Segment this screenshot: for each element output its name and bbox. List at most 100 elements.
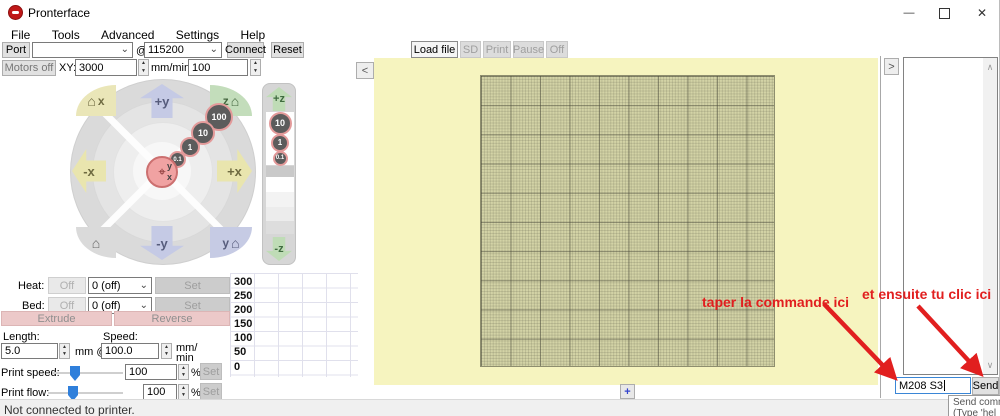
print-button[interactable]: Print — [483, 41, 511, 58]
z-step-10-badge[interactable]: 10 — [268, 111, 292, 135]
jog-center-hub[interactable]: ⌖ y x — [146, 156, 178, 188]
print-speed-stepper[interactable]: ▲ ▼ — [178, 364, 189, 380]
motors-off-button[interactable]: Motors off — [2, 60, 56, 76]
z-step-01-badge[interactable]: 0.1 — [272, 150, 288, 166]
temp-axis-250: 250 — [234, 290, 253, 302]
spin-down-icon[interactable]: ▼ — [60, 351, 69, 358]
heat-set-button[interactable]: Set — [155, 277, 230, 294]
z-step-1-badge[interactable]: 1 — [271, 133, 289, 152]
off-button[interactable]: Off — [546, 41, 568, 58]
connect-button[interactable]: Connect — [225, 42, 266, 58]
temperature-graph: 300 250 200 150 100 50 0 — [230, 273, 358, 377]
tooltip-line-1: Send comm — [953, 397, 1000, 408]
bed-preset-value: 0 (off) — [92, 299, 121, 312]
reverse-button[interactable]: Reverse — [114, 311, 230, 326]
log-panel[interactable]: ∧ ∨ — [903, 57, 998, 375]
chevron-down-icon: ⌄ — [139, 279, 148, 291]
port-button[interactable]: Port — [2, 42, 30, 58]
log-scrollbar[interactable]: ∧ ∨ — [983, 58, 997, 374]
xy-feed-stepper[interactable]: ▲ ▼ — [138, 59, 149, 76]
extrude-button[interactable]: Extrude — [1, 311, 112, 326]
z-feed-input[interactable]: 100 — [188, 59, 248, 76]
window-title: Pronterface — [28, 6, 91, 20]
home-x-button[interactable]: ⌂ x — [76, 85, 116, 116]
jog-z-minus-button[interactable]: -z — [266, 237, 292, 261]
jog-x-minus-label: -x — [83, 163, 95, 179]
port-combobox[interactable]: ⌄ — [32, 42, 133, 58]
home-icon: ⌂ — [91, 234, 101, 251]
spin-up-icon[interactable]: ▲ — [162, 344, 171, 351]
extrude-speed-input[interactable]: 100.0 — [101, 343, 159, 359]
reset-button[interactable]: Reset — [271, 42, 304, 58]
chevron-down-icon: ⌄ — [120, 44, 129, 55]
scroll-down-icon[interactable]: ∨ — [983, 358, 997, 372]
extrude-speed-value: 100.0 — [105, 345, 133, 357]
home-y-button[interactable]: y ⌂ — [210, 227, 252, 258]
annotation-note-1: taper la commande ici — [702, 294, 850, 310]
extrude-speed-stepper[interactable]: ▲ ▼ — [161, 343, 172, 359]
length-stepper[interactable]: ▲ ▼ — [59, 343, 70, 359]
scroll-up-icon[interactable]: ∧ — [983, 60, 997, 74]
unit-min-label: min — [176, 352, 194, 364]
close-button[interactable]: ✕ — [967, 0, 997, 26]
z-scale-stripe[interactable] — [266, 166, 294, 177]
z-scale-stripe[interactable] — [266, 177, 294, 192]
xy-feed-input[interactable]: 3000 — [75, 59, 137, 76]
spin-down-icon[interactable]: ▼ — [251, 68, 260, 76]
command-input[interactable]: M208 S3 — [895, 377, 971, 394]
print-speed-input[interactable]: 100 — [125, 364, 177, 380]
jog-z-plus-button[interactable]: +z — [266, 87, 292, 111]
minimize-button[interactable]: — — [894, 0, 924, 26]
print-flow-stepper[interactable]: ▲ ▼ — [178, 384, 189, 400]
spin-up-icon[interactable]: ▲ — [60, 344, 69, 351]
sd-button[interactable]: SD — [460, 41, 481, 58]
z-scale-stripe[interactable] — [266, 207, 294, 221]
heat-preset-value: 0 (off) — [92, 279, 121, 292]
home-all-button[interactable]: ⌂ — [76, 227, 116, 258]
print-flow-set-button[interactable]: Set — [200, 383, 222, 400]
temp-axis-200: 200 — [234, 304, 253, 316]
load-file-button[interactable]: Load file — [411, 41, 458, 58]
viewer-scroll-right-button[interactable]: > — [884, 58, 899, 75]
z-scale-stripe[interactable] — [266, 221, 294, 234]
speed-label: Speed: — [103, 331, 138, 343]
spin-up-icon[interactable]: ▲ — [179, 385, 188, 392]
bed-grid[interactable] — [480, 75, 775, 367]
pause-button[interactable]: Pause — [513, 41, 544, 58]
print-flow-input[interactable]: 100 — [143, 384, 177, 400]
caret-right-icon: > — [888, 60, 895, 73]
viewer-scroll-left-button[interactable]: < — [356, 62, 374, 79]
spin-down-icon[interactable]: ▼ — [139, 68, 148, 76]
target-icon: ⌖ — [158, 164, 166, 179]
heat-preset-combobox[interactable]: 0 (off) ⌄ — [88, 277, 152, 294]
z-feed-stepper[interactable]: ▲ ▼ — [250, 59, 261, 76]
panel-sash[interactable] — [880, 56, 881, 398]
baudrate-combobox[interactable]: 115200 ⌄ — [144, 42, 222, 58]
z-step-10-row[interactable]: 10 — [266, 111, 294, 135]
spin-down-icon[interactable]: ▼ — [179, 372, 188, 379]
print-flow-slider-track[interactable] — [48, 392, 123, 394]
spin-up-icon[interactable]: ▲ — [251, 60, 260, 68]
temp-axis-300: 300 — [234, 276, 253, 288]
send-button[interactable]: Send — [972, 377, 999, 395]
pronterface-window: Pronterface — ✕ File Tools Advanced Sett… — [0, 0, 1000, 416]
z-scale-stripe[interactable] — [266, 192, 294, 207]
print-speed-set-button[interactable]: Set — [200, 363, 222, 380]
chevron-down-icon: ⌄ — [139, 299, 148, 311]
heat-off-button[interactable]: Off — [48, 277, 86, 294]
app-logo-icon — [8, 5, 23, 20]
length-input[interactable]: 5.0 — [1, 343, 58, 359]
spin-up-icon[interactable]: ▲ — [179, 365, 188, 372]
print-speed-slider-track[interactable] — [52, 372, 123, 374]
print-speed-slider-thumb[interactable] — [70, 366, 80, 381]
maximize-button[interactable] — [929, 0, 959, 26]
home-icon: ⌂ — [87, 92, 96, 109]
spin-down-icon[interactable]: ▼ — [179, 392, 188, 399]
spin-up-icon[interactable]: ▲ — [139, 60, 148, 68]
spin-down-icon[interactable]: ▼ — [162, 351, 171, 358]
z-step-01-row[interactable]: 0.1 — [266, 150, 294, 166]
z-feed-value: 100 — [192, 61, 211, 74]
z-step-1-row[interactable]: 1 — [266, 133, 294, 152]
temp-axis-150: 150 — [234, 318, 253, 330]
viewer-zoom-plus-button[interactable]: + — [620, 384, 635, 399]
